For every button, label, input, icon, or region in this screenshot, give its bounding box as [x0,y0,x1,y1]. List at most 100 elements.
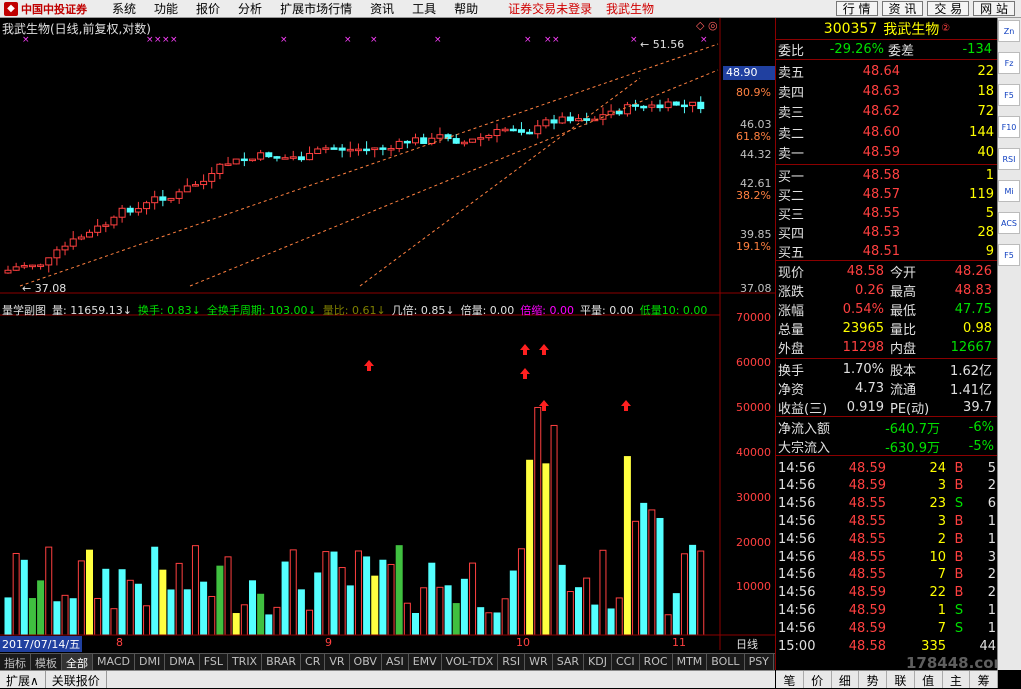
indicator-tab[interactable]: ROC [640,654,673,670]
ask-row[interactable]: 卖三 48.62 72 [776,103,998,121]
tick-row[interactable]: 14:56 48.55 3 B 1 [776,512,998,530]
ask-row[interactable]: 卖四 48.63 18 [776,82,998,101]
indicator-tab[interactable]: KDJ [584,654,612,670]
indicator-tab[interactable]: 全部 [62,654,93,670]
stat-row[interactable]: 涨幅 0.54% 最低 47.75 [776,300,998,319]
bid-row[interactable]: 买五 48.51 9 [776,242,998,261]
indicator-tab[interactable]: CCI [612,654,640,670]
axis-label: 44.32 [740,148,772,161]
chart-options-icon[interactable]: ◇ ◎ [696,19,718,32]
bid-row[interactable]: 买四 48.53 28 [776,223,998,242]
indicator-tab[interactable]: EMV [409,654,442,670]
menu-news[interactable]: 资讯 [370,0,394,17]
tick-row[interactable]: 14:56 48.55 10 B 3 [776,548,998,566]
indicator-tab[interactable]: BOLL [707,654,745,670]
indicator-tab[interactable]: VOL-TDX [442,654,499,670]
fundamental-row[interactable]: 收益(三) 0.919 PE(动) 39.7 [776,398,998,417]
vol-axis-label: 40000 [736,446,771,459]
candle [143,202,151,210]
candle [379,147,387,150]
indicator-tab[interactable]: MACD [93,654,135,670]
stat-row[interactable]: 现价 48.58 今开 48.26 [776,262,998,281]
volume-bar [134,583,142,636]
indicator-tab[interactable]: DMA [165,654,200,670]
indicator-tab[interactable]: 模板 [31,654,62,670]
menu-function[interactable]: 功能 [154,0,178,17]
sidebar-function-icon[interactable]: Mi [998,180,1020,202]
indicator-tab[interactable]: WR [525,654,553,670]
sidebar-function-icon[interactable]: Zn [998,20,1020,42]
panel-tab[interactable]: 联 [887,671,915,688]
indicator-tab[interactable]: DMI [135,654,166,670]
indicator-tab[interactable]: VR [325,654,350,670]
indicator-tab[interactable]: ASI [382,654,409,670]
tick-row[interactable]: 14:56 48.59 24 B 5 [776,459,998,477]
menu-extended-market[interactable]: 扩展市场行情 [280,0,352,17]
indicator-tab[interactable]: FSL [200,654,228,670]
fundamental-row[interactable]: 净资 4.73 流通 1.41亿 [776,379,998,398]
tick-row[interactable]: 14:56 48.59 7 S 1 [776,619,998,637]
fundamental-row[interactable]: 换手 1.70% 股本 1.62亿 [776,360,998,379]
tick-row[interactable]: 14:56 48.59 3 B 2 [776,477,998,495]
indicator-tab[interactable]: RSI [498,654,526,670]
flow-row[interactable]: 净流入额 -640.7万 -6% [776,418,998,437]
tick-count: 1 [987,602,996,618]
tick-row[interactable]: 14:56 48.55 2 B 1 [776,530,998,548]
tick-row[interactable]: 14:56 48.59 1 S 1 [776,601,998,619]
candle [640,105,648,109]
period-label[interactable]: 日线 [736,636,758,652]
menu-quote[interactable]: 报价 [196,0,220,17]
kline-chart[interactable]: × × × × × × × × × × × × × × [0,18,775,650]
trade-login-warning[interactable]: 证券交易未登录 [508,2,592,16]
volume-bar [45,546,53,636]
panel-tab[interactable]: 笔 [776,671,804,688]
ask-row[interactable]: 卖二 48.60 144 [776,123,998,142]
sidebar-function-icon[interactable]: F5 [998,84,1020,106]
indicator-tab[interactable]: PSY [745,654,774,670]
panel-tab[interactable]: 价 [804,671,832,688]
menu-tools[interactable]: 工具 [412,0,436,17]
indicator-header[interactable]: 量学副图 量: 11659.13↓ 换手: 0.83↓ 全换手周期: 103.0… [2,302,718,316]
sidebar-function-icon[interactable]: F5 [998,244,1020,266]
indicator-tab[interactable]: MTM [673,654,708,670]
indicator-tab[interactable]: TRIX [228,654,263,670]
tick-row[interactable]: 14:56 48.55 7 B 2 [776,566,998,584]
expand-tab[interactable]: 扩展∧ [0,671,46,688]
bid-row[interactable]: 买二 48.57 119 [776,185,998,204]
menu-help[interactable]: 帮助 [454,0,478,17]
bid-row[interactable]: 买三 48.55 5 [776,204,998,223]
menu-system[interactable]: 系统 [112,0,136,17]
ask-row[interactable]: 卖五 48.64 22 [776,62,998,81]
indicator-tab[interactable]: OBV [350,654,382,670]
indicator-tab[interactable]: 指标 [0,654,31,670]
panel-tab[interactable]: 主 [943,671,971,688]
stat-row[interactable]: 涨跌 0.26 最高 48.83 [776,281,998,300]
tick-row[interactable]: 15:00 48.58 335 44 [776,637,998,655]
stat-row[interactable]: 总量 23965 量比 0.98 [776,319,998,338]
tick-row[interactable]: 14:56 48.55 23 S 6 [776,495,998,513]
website-button[interactable]: 网 站 [973,1,1015,16]
sidebar-function-icon[interactable]: Fz [998,52,1020,74]
panel-tab[interactable]: 势 [859,671,887,688]
tick-row[interactable]: 14:56 48.59 22 B 2 [776,584,998,602]
volume-bar [460,578,468,636]
quote-button[interactable]: 行 情 [835,1,878,16]
indicator-tab[interactable]: BRAR [262,654,302,670]
related-quote-tab[interactable]: 关联报价 [46,671,107,688]
bid-row[interactable]: 买一 48.58 1 [776,166,998,185]
stat-row[interactable]: 外盘 11298 内盘 12667 [776,338,998,357]
news-button[interactable]: 资 讯 [881,1,924,16]
candle [208,173,216,182]
ask-row[interactable]: 卖一 48.59 40 [776,144,998,162]
panel-tab[interactable]: 值 [915,671,943,688]
menu-analysis[interactable]: 分析 [238,0,262,17]
sidebar-function-icon[interactable]: RSI [998,148,1020,170]
panel-tab[interactable]: 筹 [970,671,998,688]
sidebar-function-icon[interactable]: ACS [998,212,1020,234]
flow-row[interactable]: 大宗流入 -630.9万 -5% [776,437,998,456]
indicator-tab[interactable]: SAR [553,654,585,670]
sidebar-function-icon[interactable]: F10 [998,116,1020,138]
indicator-tab[interactable]: CR [301,654,326,670]
panel-tab[interactable]: 细 [832,671,860,688]
trade-button[interactable]: 交 易 [927,1,970,16]
